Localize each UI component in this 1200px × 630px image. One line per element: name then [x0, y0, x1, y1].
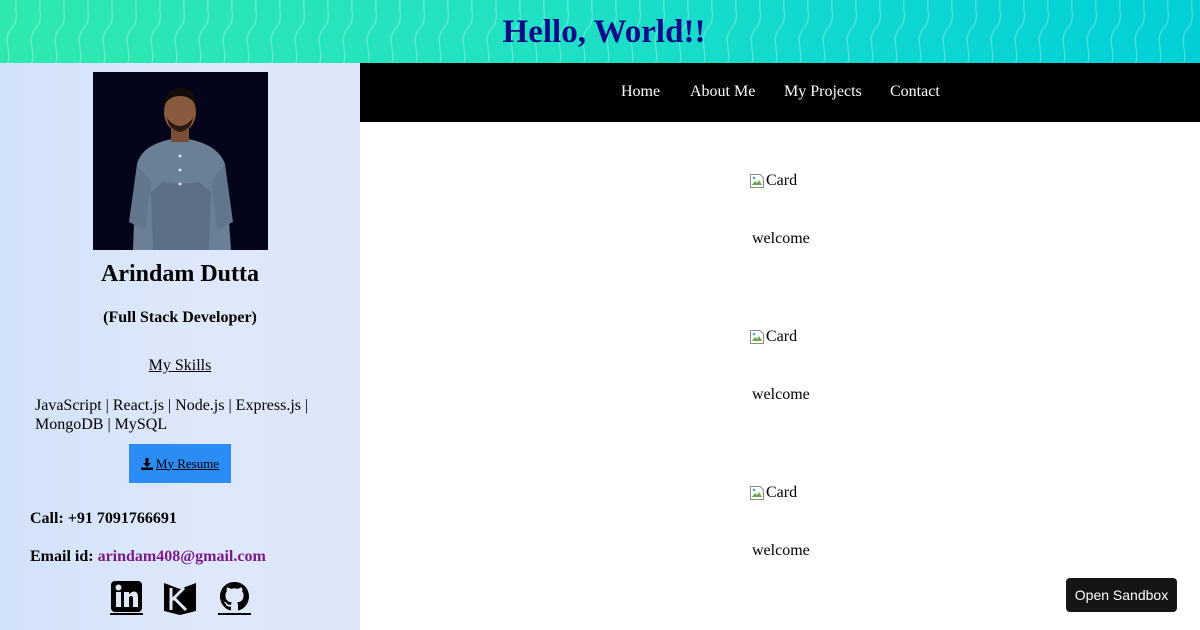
profile-photo: [93, 72, 268, 250]
nav-item-my-projects[interactable]: My Projects: [784, 83, 862, 101]
resume-button-label: My Resume: [155, 455, 220, 471]
profile-sidebar: Arindam Dutta (Full Stack Developer) My …: [0, 63, 360, 630]
header-banner: Hello, World!!: [0, 0, 1200, 63]
broken-image-icon: [750, 174, 764, 188]
phone-number: +91 7091766691: [67, 510, 177, 527]
card-image-alt: Card: [766, 328, 798, 345]
card-caption: welcome: [752, 542, 810, 559]
phone-label: Call:: [30, 510, 64, 527]
profile-role: (Full Stack Developer): [103, 309, 257, 326]
main-nav: Home About Me My Projects Contact: [360, 63, 1200, 122]
skills-link[interactable]: My Skills: [0, 357, 360, 375]
card-image-alt: Card: [766, 172, 798, 189]
skills-list: JavaScript | React.js | Node.js | Expres…: [35, 397, 309, 433]
email-label: Email id:: [30, 548, 94, 565]
project-card[interactable]: Card welcome: [749, 172, 810, 247]
nav-item-contact[interactable]: Contact: [890, 83, 940, 101]
nav-item-about-me[interactable]: About Me: [690, 83, 755, 101]
card-caption: welcome: [752, 230, 810, 247]
resume-download-button[interactable]: My Resume: [129, 444, 231, 483]
broken-image-icon: [750, 486, 764, 500]
project-card[interactable]: Card welcome: [749, 328, 810, 403]
broken-image-icon: [750, 330, 764, 344]
email-link[interactable]: arindam408@gmail.com: [98, 548, 266, 565]
card-image-alt: Card: [766, 484, 798, 501]
nav-item-home[interactable]: Home: [621, 83, 660, 101]
card-caption: welcome: [752, 386, 810, 403]
card-image: Card: [749, 328, 797, 346]
email-info: Email id: arindam408@gmail.com: [30, 548, 266, 566]
linkedin-icon[interactable]: [110, 579, 143, 615]
page-title: Hello, World!!: [502, 14, 706, 50]
kaggle-icon[interactable]: [162, 579, 198, 615]
project-card[interactable]: Card welcome: [749, 484, 810, 559]
card-image: Card: [749, 172, 797, 190]
card-image: Card: [749, 484, 797, 502]
download-icon: [140, 457, 153, 470]
open-sandbox-button[interactable]: Open Sandbox: [1066, 578, 1177, 612]
profile-name: Arindam Dutta: [100, 261, 259, 287]
phone-info: Call: +91 7091766691: [30, 510, 177, 528]
github-icon[interactable]: [218, 579, 251, 615]
